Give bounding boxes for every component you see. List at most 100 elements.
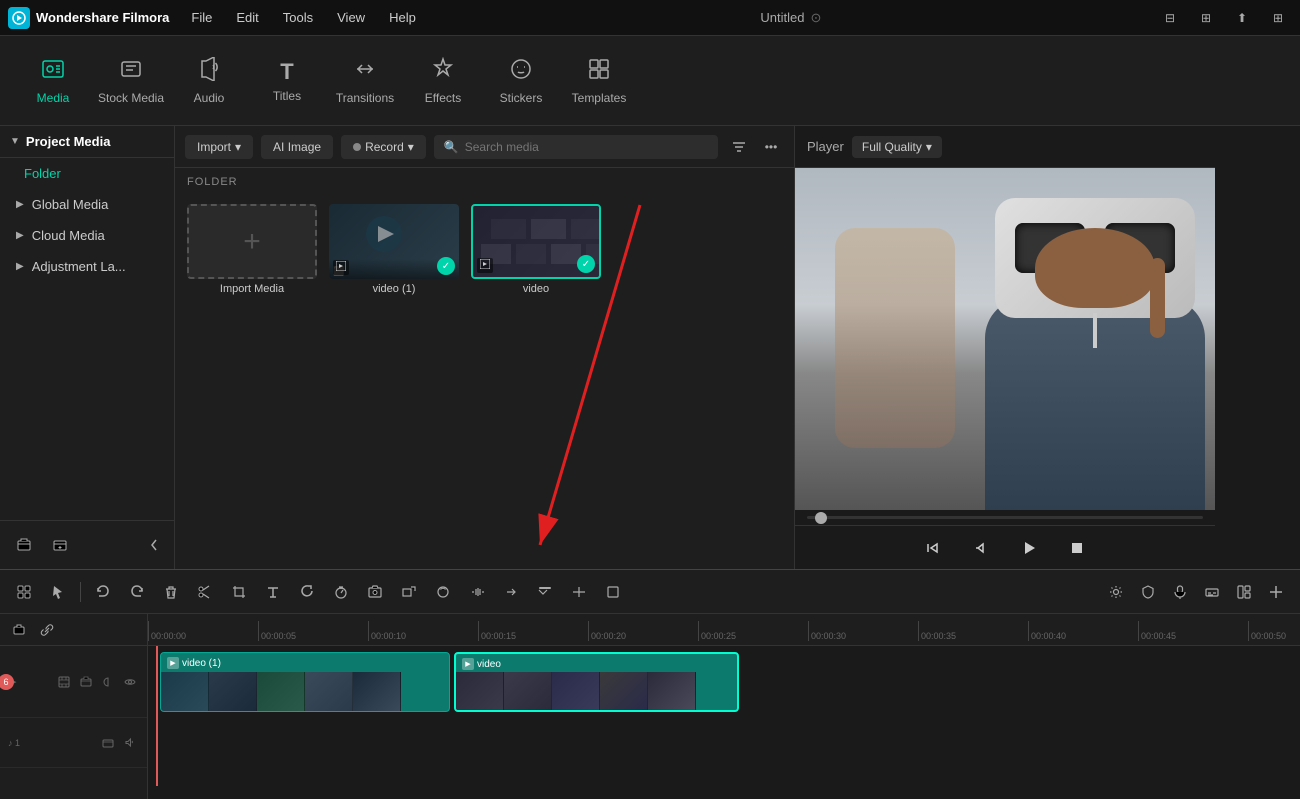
player-progress[interactable]: [795, 510, 1215, 525]
more2-button[interactable]: [531, 578, 559, 606]
timeline-toolbar: [0, 570, 1300, 614]
player-header: Player Full Quality ▾: [795, 126, 1215, 168]
minimize-button[interactable]: ⊟: [1156, 4, 1184, 32]
timeline-add-button[interactable]: [10, 578, 38, 606]
quality-chevron-icon: ▾: [926, 140, 932, 154]
ruler-6: 00:00:30: [808, 621, 918, 641]
sidebar-item-cloud[interactable]: ▶ Cloud Media: [0, 220, 174, 251]
menu-help[interactable]: Help: [379, 6, 426, 29]
more3-button[interactable]: [565, 578, 593, 606]
sidebar-item-adjustment[interactable]: ▶ Adjustment La...: [0, 251, 174, 282]
video-eye-icon[interactable]: [121, 673, 139, 691]
add-folder-button[interactable]: [10, 531, 38, 559]
tool-transitions[interactable]: Transitions: [328, 46, 402, 116]
audio-mix-button[interactable]: [463, 578, 491, 606]
add-item-button[interactable]: [46, 531, 74, 559]
titles-icon: T: [280, 59, 293, 85]
tool-titles[interactable]: T Titles: [250, 46, 324, 116]
media-item-video1[interactable]: ⬛ ✓ video (1): [329, 204, 459, 295]
text-button[interactable]: [259, 578, 287, 606]
tool-stickers[interactable]: Stickers: [484, 46, 558, 116]
search-input[interactable]: [465, 140, 708, 154]
sidebar-item-folder[interactable]: Folder: [0, 158, 174, 189]
import-media-thumb[interactable]: +: [187, 204, 317, 279]
progress-bar[interactable]: [807, 516, 1203, 519]
undo-button[interactable]: [89, 578, 117, 606]
rotate-button[interactable]: [293, 578, 321, 606]
more-options-button[interactable]: •••: [758, 134, 784, 160]
sidebar-item-global[interactable]: ▶ Global Media: [0, 189, 174, 220]
media-item-import[interactable]: + Import Media: [187, 204, 317, 295]
redo-button[interactable]: [123, 578, 151, 606]
more1-button[interactable]: [497, 578, 525, 606]
shield-button[interactable]: [1134, 578, 1162, 606]
layout-button[interactable]: [1230, 578, 1258, 606]
tool-templates[interactable]: Templates: [562, 46, 636, 116]
sidebar-global-arrow: ▶: [16, 199, 24, 210]
tool-stock[interactable]: Stock Media: [94, 46, 168, 116]
child-braid: [1150, 258, 1165, 338]
menu-file[interactable]: File: [181, 6, 222, 29]
playhead-line: [156, 646, 158, 786]
ruler-1: 00:00:05: [258, 621, 368, 641]
tool-effects[interactable]: Effects: [406, 46, 480, 116]
sidebar-collapse-button[interactable]: [144, 531, 164, 559]
clip-video1[interactable]: ▶ video (1): [160, 652, 450, 712]
timeline-cursor-button[interactable]: [44, 578, 72, 606]
tool-media[interactable]: Media: [16, 46, 90, 116]
search-box[interactable]: 🔍: [434, 135, 718, 159]
record-button[interactable]: Record ▾: [341, 135, 426, 159]
media-item-video2[interactable]: ✓ video: [471, 204, 601, 295]
filter-button[interactable]: [726, 134, 752, 160]
timeline-left: 6 ▶: [0, 614, 148, 799]
toolbar-separator-1: [80, 582, 81, 602]
settings-button[interactable]: [1102, 578, 1130, 606]
transform-button[interactable]: [395, 578, 423, 606]
video-folder-icon[interactable]: [77, 673, 95, 691]
video2-thumb[interactable]: ✓: [471, 204, 601, 279]
menu-view[interactable]: View: [327, 6, 375, 29]
cut-button[interactable]: [191, 578, 219, 606]
mic-button[interactable]: [1166, 578, 1194, 606]
player-quality-selector[interactable]: Full Quality ▾: [852, 136, 942, 158]
clip1-label: ▶ video (1): [167, 657, 221, 669]
more4-button[interactable]: [599, 578, 627, 606]
player-label: Player: [807, 139, 844, 154]
maximize-button[interactable]: ⊞: [1192, 4, 1220, 32]
tl-link-icon[interactable]: [36, 619, 58, 641]
stop-button[interactable]: [1061, 532, 1093, 564]
audio-folder-icon[interactable]: [99, 734, 117, 752]
menu-tools[interactable]: Tools: [273, 6, 323, 29]
video-audio-icon[interactable]: [99, 673, 117, 691]
title-status-icon: ⊙: [811, 10, 822, 26]
video1-check-icon: ✓: [437, 257, 455, 275]
video-frame-icon[interactable]: [55, 673, 73, 691]
clip-video2[interactable]: ▶ video: [454, 652, 739, 712]
play-button[interactable]: [1013, 532, 1045, 564]
speed-button[interactable]: [327, 578, 355, 606]
grid-button[interactable]: ⊞: [1264, 4, 1292, 32]
video1-thumb[interactable]: ⬛ ✓: [329, 204, 459, 279]
ruler-4: 00:00:20: [588, 621, 698, 641]
frame-back-button[interactable]: [965, 532, 997, 564]
audio-volume-icon[interactable]: [121, 734, 139, 752]
color-button[interactable]: [429, 578, 457, 606]
upload-button[interactable]: ⬆: [1228, 4, 1256, 32]
tool-audio[interactable]: Audio: [172, 46, 246, 116]
progress-dot[interactable]: [815, 512, 827, 524]
media-panel: Import ▾ AI Image Record ▾ 🔍 •••: [175, 126, 795, 569]
menu-edit[interactable]: Edit: [226, 6, 268, 29]
ruler-3: 00:00:15: [478, 621, 588, 641]
import-button[interactable]: Import ▾: [185, 135, 253, 159]
step-back-button[interactable]: [917, 532, 949, 564]
stickers-icon: [509, 57, 533, 87]
crop-button[interactable]: [225, 578, 253, 606]
ruler-marks: 00:00:00 00:00:05 00:00:10 00:00:15 00:0…: [148, 621, 1300, 641]
add-track-button[interactable]: [1262, 578, 1290, 606]
captions-button[interactable]: [1198, 578, 1226, 606]
tl-add-track-icon[interactable]: [8, 619, 30, 641]
screenshot-button[interactable]: [361, 578, 389, 606]
delete-button[interactable]: [157, 578, 185, 606]
ai-image-button[interactable]: AI Image: [261, 135, 333, 159]
timeline-right[interactable]: 00:00:00 00:00:05 00:00:10 00:00:15 00:0…: [148, 614, 1300, 799]
